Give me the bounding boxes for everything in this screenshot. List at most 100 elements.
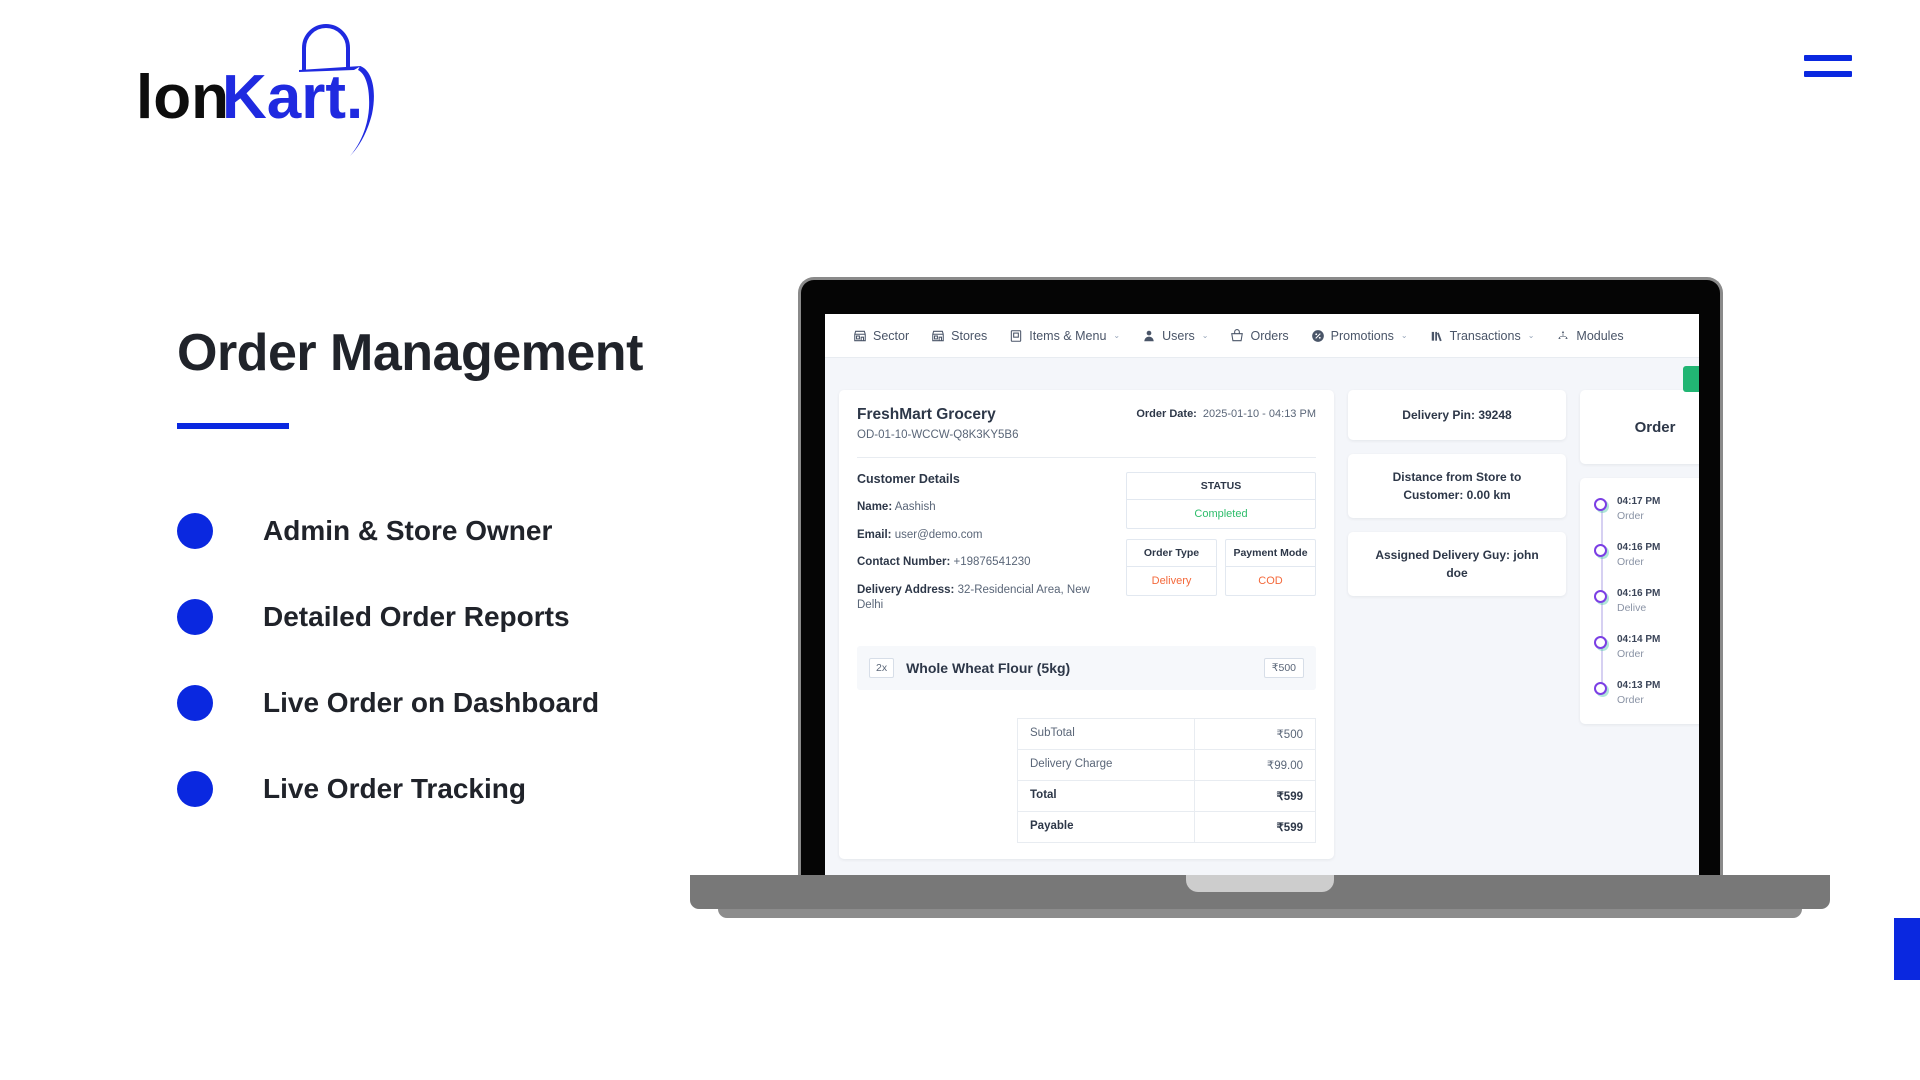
title-underline (177, 422, 289, 429)
timeline-time: 04:16 PM (1617, 588, 1661, 599)
nav-item-modules[interactable]: Modules (1556, 328, 1624, 343)
timeline-list: 04:17 PM Order 04:16 PM Order 04:16 PM D… (1580, 478, 1699, 724)
delivery-guy-card: Assigned Delivery Guy: john doe (1348, 532, 1566, 596)
nav-item-promotions[interactable]: Promotions ⌄ (1311, 329, 1408, 343)
right-accent-bar (1894, 918, 1920, 980)
timeline-event: 04:13 PM Order (1594, 680, 1699, 706)
bullet-dot-icon (177, 770, 213, 807)
nav-label: Sector (873, 328, 910, 343)
laptop-base-lip (718, 909, 1802, 918)
timeline-dot-icon (1594, 682, 1607, 695)
nav-item-items-menu[interactable]: Items & Menu ⌄ (1009, 329, 1120, 343)
timeline-label: Order (1617, 648, 1644, 660)
table-row: Payable ₹599 (1018, 811, 1315, 842)
field-label: Email: (857, 528, 892, 541)
store-name: FreshMart Grocery (857, 406, 996, 423)
nav-label: Promotions (1330, 328, 1394, 343)
status-badge: Completed (1194, 508, 1248, 520)
laptop-screen-bezel: Sector Stores Items & Menu ⌄ Users ⌄ Ord… (798, 277, 1723, 880)
timeline-dot-icon (1594, 544, 1607, 557)
nav-item-sector[interactable]: Sector (853, 329, 909, 343)
nav-item-transactions[interactable]: Transactions ⌄ (1430, 329, 1535, 343)
bullet-dot-icon (177, 684, 213, 721)
payment-mode-value: COD (1258, 575, 1283, 587)
timeline-label: Delive (1617, 602, 1647, 614)
total-label: SubTotal (1018, 718, 1195, 749)
field-value: +19876541230 (953, 556, 1031, 569)
nav-item-stores[interactable]: Stores (931, 329, 987, 343)
hamburger-menu-icon[interactable] (1804, 55, 1852, 77)
timeline-time: 04:16 PM (1617, 542, 1661, 553)
timeline-event: 04:16 PM Delive (1594, 588, 1699, 614)
timeline-time: 04:17 PM (1617, 496, 1661, 507)
chevron-down-icon: ⌄ (1400, 331, 1408, 340)
customer-row-name: Name: Aashish (857, 500, 1092, 516)
bullet-dot-icon (177, 512, 213, 549)
table-row: SubTotal ₹500 (1018, 718, 1315, 750)
nav-label: Stores (951, 328, 988, 343)
feature-label: Detailed Order Reports (263, 600, 570, 632)
chevron-down-icon: ⌄ (1527, 331, 1535, 340)
customer-details-heading: Customer Details (857, 472, 960, 486)
order-id: OD-01-10-WCCW-Q8K3KY5B6 (857, 429, 1019, 441)
timeline-dot-icon (1594, 590, 1607, 603)
store-icon (854, 330, 866, 341)
discount-icon (1311, 329, 1324, 342)
slide-root: lon Kart. Order Management Admin & Store… (0, 0, 1920, 1080)
timeline-column: Order 04:17 PM Order 04:16 PM Order 04:1… (1580, 390, 1699, 859)
field-label: Delivery Address: (857, 583, 955, 596)
item-price: ₹500 (1263, 657, 1304, 678)
svg-text:lon: lon (136, 63, 229, 132)
modules-icon (1558, 330, 1569, 339)
status-box: STATUS Completed (1126, 472, 1316, 529)
floating-green-button[interactable] (1683, 366, 1699, 392)
timeline-heading: Order (1580, 390, 1699, 464)
total-label: Total (1018, 780, 1195, 811)
nav-label: Orders (1250, 328, 1289, 343)
customer-row-email: Email: user@demo.com (857, 528, 1092, 544)
order-date: Order Date: 2025-01-10 - 04:13 PM (1136, 406, 1316, 420)
status-panel: STATUS Completed Order Type Delivery Pay… (1126, 472, 1316, 626)
store-icon (932, 330, 944, 341)
chevron-down-icon: ⌄ (1113, 331, 1121, 340)
total-value: ₹99.00 (1266, 759, 1303, 772)
timeline-dot-icon (1594, 498, 1607, 511)
laptop-notch (1186, 875, 1334, 892)
app-screenshot: Sector Stores Items & Menu ⌄ Users ⌄ Ord… (825, 314, 1699, 880)
basket-icon (1231, 328, 1244, 341)
timeline-time: 04:13 PM (1617, 680, 1661, 691)
chevron-down-icon: ⌄ (1201, 331, 1209, 340)
order-type-header: Order Type (1127, 540, 1216, 567)
delivery-pin-card: Delivery Pin: 39248 (1348, 390, 1566, 440)
field-label: Name: (857, 501, 893, 513)
nav-item-users[interactable]: Users ⌄ (1142, 329, 1208, 343)
total-label: Payable (1018, 811, 1195, 842)
timeline-time: 04:14 PM (1617, 634, 1661, 645)
timeline-label: Order (1617, 556, 1644, 568)
order-type-box: Order Type Delivery (1126, 539, 1217, 596)
order-date-label: Order Date: (1136, 408, 1197, 420)
status-header: STATUS (1127, 473, 1315, 500)
feature-label: Admin & Store Owner (263, 514, 553, 546)
app-content: FreshMart Grocery OD-01-10-WCCW-Q8K3KY5B… (825, 358, 1699, 880)
hamburger-bar (1804, 55, 1852, 61)
nav-label: Items & Menu (1029, 328, 1107, 343)
svg-text:Kart.: Kart. (222, 63, 363, 132)
customer-row-contact: Contact Number: +19876541230 (857, 555, 1092, 571)
timeline-label: Order (1617, 694, 1644, 706)
user-icon (1144, 330, 1154, 341)
item-quantity: 2x (869, 657, 895, 678)
nav-item-orders[interactable]: Orders (1230, 328, 1289, 343)
nav-label: Modules (1576, 328, 1624, 343)
info-card-column: Delivery Pin: 39248 Distance from Store … (1348, 390, 1566, 859)
nav-label: Users (1162, 328, 1195, 343)
timeline-event: 04:14 PM Order (1594, 634, 1699, 660)
order-type-value: Delivery (1151, 575, 1192, 587)
total-label: Delivery Charge (1018, 749, 1195, 780)
customer-row-address: Delivery Address: 32-Residencial Area, N… (857, 583, 1092, 614)
item-name: Whole Wheat Flour (5kg) (906, 659, 1071, 676)
customer-details: Customer Details Name: Aashish Email: us… (857, 472, 1092, 626)
distance-card: Distance from Store to Customer: 0.00 km (1348, 454, 1566, 518)
divider (857, 457, 1316, 458)
ionkart-logo: lon Kart. (136, 18, 426, 158)
